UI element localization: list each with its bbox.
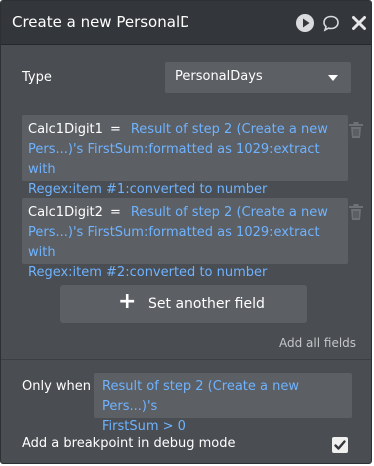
section-divider — [1, 359, 371, 360]
breakpoint-checkbox[interactable] — [332, 437, 348, 453]
field-expression-line2[interactable]: Pers...)'s FirstSum:formatted as 1029:ex… — [28, 142, 320, 177]
condition-line1: Result of step 2 (Create a new Pers...)'… — [102, 379, 299, 414]
type-label: Type — [22, 70, 52, 85]
condition-line2: FirstSum > 0 — [102, 419, 186, 434]
breakpoint-label: Add a breakpoint in debug mode — [22, 436, 236, 451]
field-equals: = — [109, 122, 121, 137]
field-assignment-1[interactable]: Calc1Digit1 = Result of step 2 (Create a n… — [22, 115, 348, 197]
chevron-down-icon — [328, 75, 338, 81]
type-dropdown[interactable]: PersonalDays — [165, 62, 351, 93]
only-when-label: Only when — [22, 379, 92, 394]
field-expression-line2[interactable]: Pers...)'s FirstSum:formatted as 1029:ex… — [28, 225, 320, 260]
field-expression-line1[interactable]: Result of step 2 (Create a new — [131, 205, 328, 220]
comment-icon[interactable] — [321, 13, 341, 33]
panel-title: Create a new PersonalDa — [12, 13, 188, 31]
field-name: Calc1Digit2 — [28, 205, 103, 220]
field-expression-line1[interactable]: Result of step 2 (Create a new — [131, 122, 328, 137]
close-icon[interactable] — [349, 13, 369, 33]
checkmark-icon — [334, 440, 346, 450]
type-dropdown-value: PersonalDays — [175, 69, 263, 84]
field-expression-line3[interactable]: Regex:item #2:converted to number — [28, 265, 267, 280]
workflow-action-panel: Create a new PersonalDa Type PersonalDay… — [0, 0, 372, 464]
field-assignment-2[interactable]: Calc1Digit2 = Result of step 2 (Create a n… — [22, 198, 348, 280]
trash-icon[interactable] — [348, 121, 364, 139]
set-another-field-label: Set another field — [148, 296, 265, 312]
only-when-condition[interactable]: Result of step 2 (Create a new Pers...)'… — [94, 373, 352, 434]
set-another-field-button[interactable]: + Set another field — [60, 285, 307, 323]
field-name: Calc1Digit1 — [28, 122, 103, 137]
field-expression-line3[interactable]: Regex:item #1:converted to number — [28, 182, 267, 197]
field-equals: = — [109, 205, 121, 220]
trash-icon[interactable] — [348, 203, 364, 221]
panel-header: Create a new PersonalDa — [1, 1, 371, 45]
play-icon[interactable] — [295, 13, 315, 33]
plus-icon: + — [118, 289, 137, 314]
add-all-fields-link[interactable]: Add all fields — [279, 336, 356, 350]
